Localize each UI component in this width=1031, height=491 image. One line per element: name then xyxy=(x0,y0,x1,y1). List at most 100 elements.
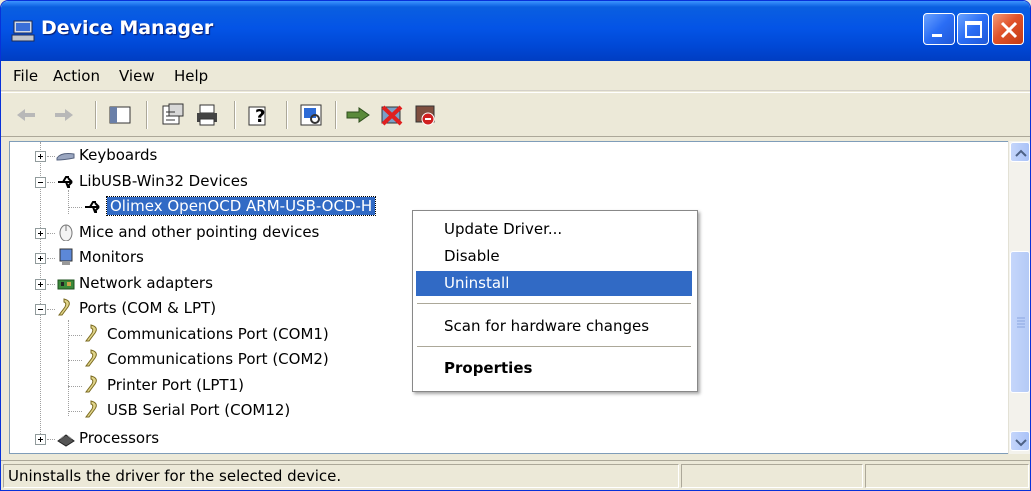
toolbar-separator xyxy=(234,101,236,129)
tree-line xyxy=(47,258,55,259)
tree-item-mice[interactable]: Mice and other pointing devices xyxy=(10,221,410,245)
tree-item-com1[interactable]: Communications Port (COM1) xyxy=(10,323,410,347)
menu-bar: File Action View Help xyxy=(1,61,1030,91)
context-menu: Update Driver... Disable Uninstall Scan … xyxy=(412,210,698,392)
close-button[interactable] xyxy=(992,13,1024,45)
tree-item-keyboards[interactable]: Keyboards xyxy=(10,144,410,168)
device-manager-window: Device Manager File Action View Help ? K… xyxy=(0,0,1031,491)
tree-line xyxy=(68,360,82,361)
tree-item-label: USB Serial Port (COM12) xyxy=(107,401,291,419)
menu-separator xyxy=(417,303,691,304)
status-pane xyxy=(681,464,863,488)
menu-action[interactable]: Action xyxy=(53,67,100,85)
vertical-scrollbar[interactable] xyxy=(1008,141,1030,454)
maximize-icon xyxy=(965,21,982,38)
chevron-down-icon xyxy=(1015,439,1027,447)
expand-toggle[interactable] xyxy=(35,228,46,239)
expand-toggle[interactable] xyxy=(35,279,46,290)
scroll-up-button[interactable] xyxy=(1010,142,1030,162)
tree-line xyxy=(47,439,55,440)
menu-item-properties[interactable]: Properties xyxy=(416,356,692,381)
menu-item-disable[interactable]: Disable xyxy=(416,244,692,269)
tree-line xyxy=(47,156,55,157)
scroll-down-button[interactable] xyxy=(1010,431,1030,451)
disable-icon[interactable] xyxy=(413,102,439,128)
printer-icon[interactable] xyxy=(194,102,220,128)
tree-line xyxy=(47,182,55,183)
show-hide-console-tree-icon[interactable] xyxy=(107,102,133,128)
menu-item-label: Disable xyxy=(444,247,500,265)
toolbar: ? xyxy=(1,92,1030,137)
title-bar[interactable]: Device Manager xyxy=(1,1,1030,61)
tree-line xyxy=(68,207,82,208)
port-icon xyxy=(85,400,97,418)
update-driver-icon[interactable] xyxy=(345,102,371,128)
svg-text:?: ? xyxy=(255,106,265,127)
tree-item-label: Mice and other pointing devices xyxy=(79,223,320,241)
scroll-thumb[interactable] xyxy=(1010,251,1030,393)
tree-item-monitors[interactable]: Monitors xyxy=(10,246,410,270)
status-text: Uninstalls the driver for the selected d… xyxy=(8,467,342,485)
monitor-icon xyxy=(59,248,73,265)
menu-item-update-driver[interactable]: Update Driver... xyxy=(416,217,692,242)
usb-icon xyxy=(85,201,100,213)
device-manager-icon xyxy=(11,20,35,42)
menu-item-label: Uninstall xyxy=(444,274,510,292)
tree-item-network-adapters[interactable]: Network adapters xyxy=(10,272,410,296)
chevron-up-icon xyxy=(1015,149,1027,157)
properties-icon[interactable] xyxy=(159,102,185,128)
tree-line xyxy=(68,335,82,336)
tree-item-label: LibUSB-Win32 Devices xyxy=(79,172,248,190)
toolbar-separator xyxy=(146,101,148,129)
back-arrow-icon[interactable] xyxy=(13,102,39,128)
status-bar: Uninstalls the driver for the selected d… xyxy=(1,460,1030,490)
tree-item-label: Processors xyxy=(79,429,160,447)
collapse-toggle[interactable] xyxy=(35,304,46,315)
toolbar-separator xyxy=(286,101,288,129)
menu-help[interactable]: Help xyxy=(174,67,208,85)
mouse-icon xyxy=(59,224,73,241)
forward-arrow-icon[interactable] xyxy=(51,102,77,128)
toolbar-separator xyxy=(335,101,337,129)
port-icon xyxy=(58,298,70,316)
tree-item-libusb-win32-devices[interactable]: LibUSB-Win32 Devices xyxy=(10,170,410,194)
tree-item-processors[interactable]: Processors xyxy=(10,427,410,451)
scan-hardware-icon[interactable] xyxy=(298,102,324,128)
tree-item-label: Network adapters xyxy=(79,274,213,292)
menu-item-label: Scan for hardware changes xyxy=(444,317,650,335)
tree-item-com2[interactable]: Communications Port (COM2) xyxy=(10,348,410,372)
menu-item-scan-for-hardware-changes[interactable]: Scan for hardware changes xyxy=(416,314,692,339)
expand-toggle[interactable] xyxy=(35,253,46,264)
tree-item-label: Monitors xyxy=(79,248,144,266)
tree-line xyxy=(68,386,82,387)
collapse-toggle[interactable] xyxy=(35,177,46,188)
tree-item-label: Printer Port (LPT1) xyxy=(107,376,244,394)
tree-item-label: Keyboards xyxy=(79,146,158,164)
toolbar-separator xyxy=(95,101,97,129)
tree-item-label: Communications Port (COM2) xyxy=(107,350,329,368)
tree-item-label: Communications Port (COM1) xyxy=(107,325,329,343)
tree-item-com12[interactable]: USB Serial Port (COM12) xyxy=(10,399,410,423)
network-adapter-icon xyxy=(57,279,75,290)
port-icon xyxy=(85,349,97,367)
uninstall-icon[interactable] xyxy=(379,102,405,128)
tree-item-olimex-openocd[interactable]: Olimex OpenOCD ARM-USB-OCD-H xyxy=(10,195,430,219)
tree-line xyxy=(47,233,55,234)
menu-file[interactable]: File xyxy=(13,67,38,85)
minimize-button[interactable] xyxy=(923,13,955,45)
tree-line xyxy=(47,309,55,310)
status-pane xyxy=(865,464,1029,488)
menu-item-uninstall[interactable]: Uninstall xyxy=(416,271,692,296)
expand-toggle[interactable] xyxy=(35,434,46,445)
maximize-button[interactable] xyxy=(957,13,989,45)
keyboard-icon xyxy=(56,153,75,161)
expand-toggle[interactable] xyxy=(35,151,46,162)
menu-view[interactable]: View xyxy=(119,67,155,85)
menu-separator xyxy=(417,346,691,347)
menu-item-label: Properties xyxy=(444,359,533,377)
help-icon[interactable]: ? xyxy=(246,102,272,128)
tree-item-lpt1[interactable]: Printer Port (LPT1) xyxy=(10,374,410,398)
minimize-icon xyxy=(932,34,942,37)
tree-item-ports[interactable]: Ports (COM & LPT) xyxy=(10,297,410,321)
processor-icon xyxy=(57,434,75,447)
